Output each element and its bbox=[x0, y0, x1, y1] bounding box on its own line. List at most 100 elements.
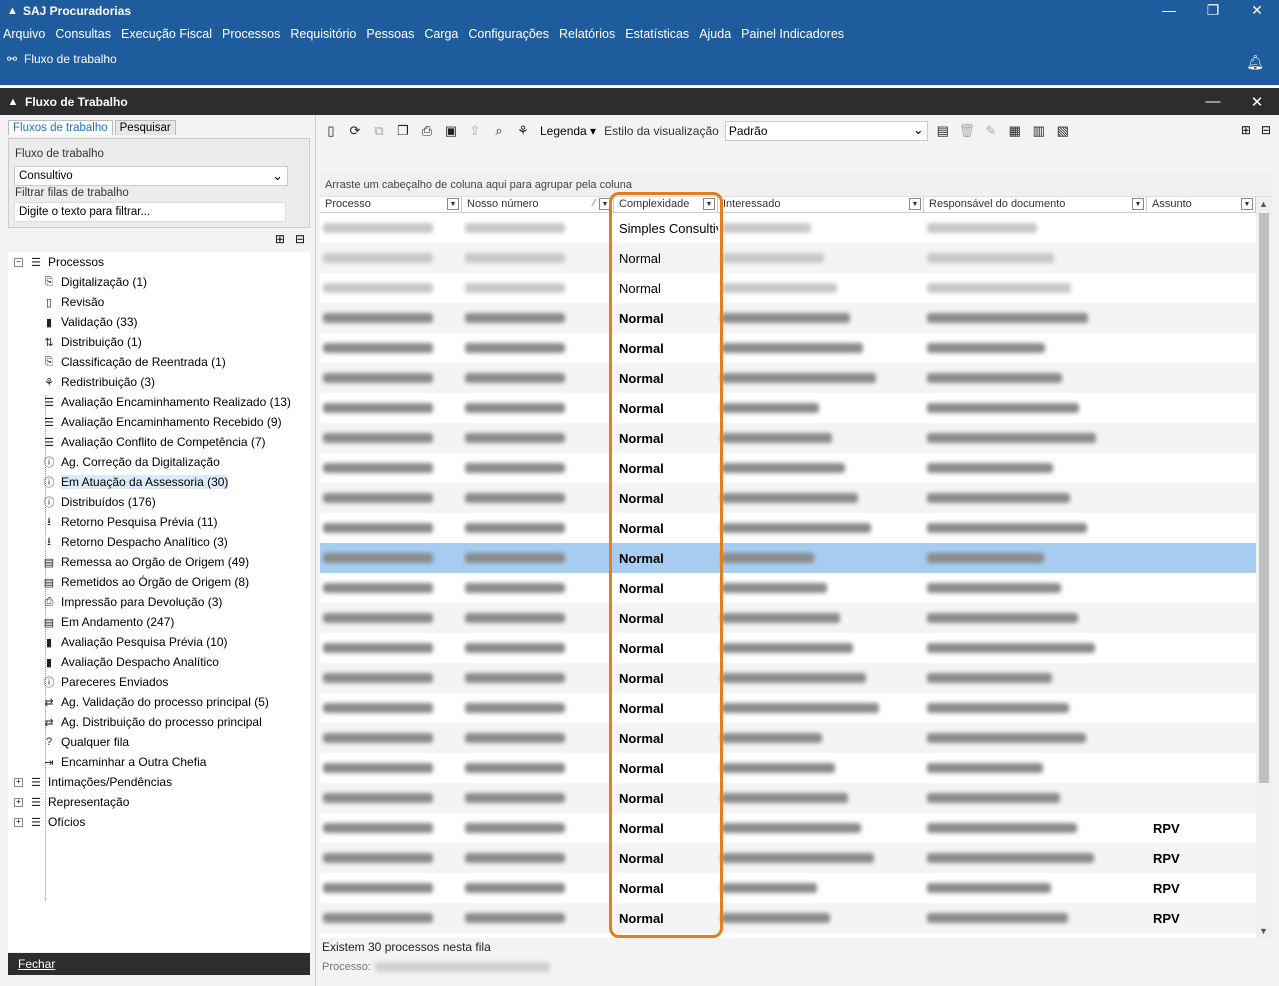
table-row[interactable]: Normal bbox=[320, 753, 1256, 783]
tree-item-group[interactable]: + ☰ Ofícios bbox=[14, 812, 85, 832]
table-row[interactable]: Normal bbox=[320, 393, 1256, 423]
tree-item-queue[interactable]: ⭳ Retorno Pesquisa Prévia (11) bbox=[42, 512, 217, 532]
tree-item-queue[interactable]: ⓘ Pareceres Enviados bbox=[42, 672, 169, 692]
table-row[interactable]: Normal RPV bbox=[320, 843, 1256, 873]
maximize-button[interactable]: ❐ bbox=[1191, 0, 1235, 20]
menu-item[interactable]: Processos bbox=[222, 27, 280, 41]
tree-item-queue[interactable]: ▮ Avaliação Pesquisa Prévia (10) bbox=[42, 632, 228, 652]
menu-item[interactable]: Requisitório bbox=[290, 27, 356, 41]
table-row[interactable]: Normal bbox=[320, 303, 1256, 333]
filter-icon[interactable]: ▼ bbox=[599, 198, 611, 210]
tree-item-queue[interactable]: ⎙ Impressão para Devolução (3) bbox=[42, 592, 223, 612]
menu-item[interactable]: Relatórios bbox=[559, 27, 615, 41]
tree-item-queue[interactable]: ⎘ Digitalização (1) bbox=[42, 272, 147, 292]
table-row[interactable]: Normal RPV bbox=[320, 873, 1256, 903]
table-row[interactable]: Normal bbox=[320, 483, 1256, 513]
tree-item-queue[interactable]: ⭳ Retorno Despacho Analítico (3) bbox=[42, 532, 228, 552]
collapse-all-icon[interactable]: ⊟ bbox=[1261, 123, 1271, 137]
tree-item-queue[interactable]: ▯ Revisão bbox=[42, 292, 104, 312]
table-row[interactable]: Normal bbox=[320, 783, 1256, 813]
copy-icon[interactable]: ❐ bbox=[394, 122, 412, 140]
column-assunto[interactable]: Assunto ▼ bbox=[1147, 197, 1256, 213]
expand-toggle-icon[interactable]: + bbox=[14, 777, 23, 787]
table-row[interactable]: Normal bbox=[320, 663, 1256, 693]
tree-item-group[interactable]: + ☰ Representação bbox=[14, 792, 129, 812]
tree-item-queue[interactable]: ☰ Avaliação Encaminhamento Recebido (9) bbox=[42, 412, 282, 432]
collapse-all-icon[interactable]: ⊟ bbox=[295, 232, 305, 246]
redistribute-icon[interactable]: ⚘ bbox=[514, 122, 532, 140]
filtro-input[interactable]: Digite o texto para filtrar... bbox=[14, 202, 286, 222]
table-row[interactable]: Normal bbox=[320, 573, 1256, 603]
legenda-menu[interactable]: Legenda ▾ bbox=[540, 124, 596, 138]
menu-item[interactable]: Execução Fiscal bbox=[121, 27, 212, 41]
tree-item-queue[interactable]: ☰ Avaliação Encaminhamento Realizado (13) bbox=[42, 392, 291, 412]
fluxo-select[interactable]: Consultivo ⌄ bbox=[14, 166, 288, 186]
tree-item-queue[interactable]: ▮ Validação (33) bbox=[42, 312, 138, 332]
menu-item[interactable]: Configurações bbox=[468, 27, 549, 41]
menu-item[interactable]: Arquivo bbox=[3, 27, 45, 41]
panel-close-button[interactable]: ✕ bbox=[1235, 88, 1279, 115]
tree-item-processos[interactable]: − ☰ Processos bbox=[14, 252, 104, 272]
column-interessado[interactable]: Interessado ▼ bbox=[718, 197, 924, 213]
table-row[interactable]: Normal bbox=[320, 603, 1256, 633]
filter-icon[interactable]: ▼ bbox=[909, 198, 921, 210]
expand-all-icon[interactable]: ⊞ bbox=[275, 232, 285, 246]
filter-icon[interactable]: ▼ bbox=[447, 198, 459, 210]
tree-item-group[interactable]: + ☰ Intimações/Pendências bbox=[14, 772, 172, 792]
table-row[interactable]: Normal bbox=[320, 453, 1256, 483]
table-row[interactable]: Normal RPV bbox=[320, 813, 1256, 843]
new-document-icon[interactable]: ▯ bbox=[322, 122, 340, 140]
column-processo[interactable]: Processo ▼ bbox=[320, 197, 462, 213]
tree-item-queue[interactable]: ⚘ Redistribuição (3) bbox=[42, 372, 155, 392]
tree-item-queue[interactable]: ? Qualquer fila bbox=[42, 732, 129, 752]
breadcrumb[interactable]: ⚯ Fluxo de trabalho bbox=[5, 52, 117, 66]
refresh-icon[interactable]: ⟳ bbox=[346, 122, 364, 140]
expand-toggle-icon[interactable]: + bbox=[14, 797, 23, 807]
filter-icon[interactable]: ▼ bbox=[1241, 198, 1253, 210]
tree-item-queue[interactable]: ⇅ Distribuição (1) bbox=[42, 332, 141, 352]
expand-all-icon[interactable]: ⊞ bbox=[1241, 123, 1251, 137]
menu-item[interactable]: Pessoas bbox=[366, 27, 414, 41]
table-row[interactable]: Normal bbox=[320, 363, 1256, 393]
collapse-toggle-icon[interactable]: − bbox=[14, 257, 23, 267]
excel-export-icon[interactable]: ▦ bbox=[1006, 122, 1024, 140]
tree-item-queue[interactable]: ☰ Avaliação Conflito de Competência (7) bbox=[42, 432, 266, 452]
table-row[interactable]: Normal bbox=[320, 273, 1256, 303]
menu-item[interactable]: Estatísticas bbox=[625, 27, 689, 41]
column-complexidade[interactable]: Complexidade ▼ bbox=[614, 197, 718, 213]
tab-pesquisar[interactable]: Pesquisar bbox=[114, 120, 176, 135]
minimize-button[interactable]: — bbox=[1147, 0, 1191, 20]
tree-item-queue[interactable]: ▮ Avaliação Despacho Analítico bbox=[42, 652, 219, 672]
panel-minimize-button[interactable]: — bbox=[1191, 88, 1235, 115]
scroll-thumb[interactable] bbox=[1259, 213, 1269, 783]
menu-item[interactable]: Carga bbox=[424, 27, 458, 41]
column-responsavel[interactable]: Responsável do documento ▼ bbox=[924, 197, 1147, 213]
tree-item-queue[interactable]: ▤ Remessa ao Orgão de Origem (49) bbox=[42, 552, 249, 572]
report-icon[interactable]: ▥ bbox=[1030, 122, 1048, 140]
close-window-button[interactable]: ✕ bbox=[1235, 0, 1279, 20]
estilo-select[interactable]: Padrão ⌄ bbox=[724, 121, 928, 141]
menu-item[interactable]: Ajuda bbox=[699, 27, 731, 41]
tree-item-queue[interactable]: ▤ Em Andamento (247) bbox=[42, 612, 175, 632]
scroll-up-icon[interactable]: ▲ bbox=[1259, 199, 1268, 209]
filter-icon[interactable]: ▼ bbox=[703, 198, 715, 210]
bell-icon[interactable]: 🔔︎ bbox=[1246, 54, 1264, 71]
tree-item-queue[interactable]: ⎘ Classificação de Reentrada (1) bbox=[42, 352, 226, 372]
layout-icon[interactable]: ▤ bbox=[934, 122, 952, 140]
print-icon[interactable]: ⎙ bbox=[418, 122, 436, 140]
settings-view-icon[interactable]: ▧ bbox=[1054, 122, 1072, 140]
tab-fluxos[interactable]: Fluxos de trabalho bbox=[8, 120, 113, 135]
scroll-down-icon[interactable]: ▼ bbox=[1259, 926, 1268, 936]
tree-item-queue[interactable]: ⓘ Distribuídos (176) bbox=[42, 492, 156, 512]
tree-item-queue[interactable]: ⓘ Ag. Correção da Digitalização bbox=[42, 452, 220, 472]
menu-item[interactable]: Consultas bbox=[55, 27, 111, 41]
table-row[interactable]: Normal RPV bbox=[320, 903, 1256, 933]
column-nosso-numero[interactable]: Nosso número ⁄ ▼ bbox=[462, 197, 614, 213]
tree-item-queue[interactable]: ⇄ Ag. Distribuição do processo principal bbox=[42, 712, 261, 732]
filter-icon[interactable]: ▼ bbox=[1132, 198, 1144, 210]
menu-item[interactable]: Painel Indicadores bbox=[741, 27, 844, 41]
table-row[interactable]: Normal bbox=[320, 693, 1256, 723]
zoom-document-icon[interactable]: ⌕ bbox=[490, 122, 508, 140]
table-row[interactable]: Simples Consultivo bbox=[320, 213, 1256, 243]
tree-item-queue[interactable]: ⇄ Ag. Validação do processo principal (5) bbox=[42, 692, 269, 712]
